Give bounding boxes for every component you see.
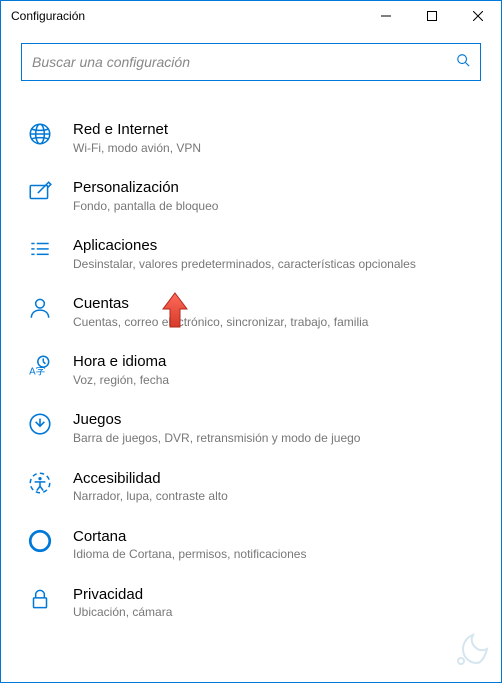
minimize-icon: [381, 11, 391, 21]
window-title: Configuración: [1, 9, 363, 23]
maximize-button[interactable]: [409, 1, 455, 31]
settings-item-desc: Narrador, lupa, contraste alto: [73, 489, 481, 505]
maximize-icon: [427, 11, 437, 21]
search-input[interactable]: [32, 54, 456, 70]
settings-item-title: Cuentas: [73, 294, 481, 314]
close-button[interactable]: [455, 1, 501, 31]
settings-item-desc: Ubicación, cámara: [73, 605, 481, 621]
close-icon: [473, 11, 483, 21]
settings-item-title: Red e Internet: [73, 120, 481, 140]
settings-item-desc: Fondo, pantalla de bloqueo: [73, 199, 481, 215]
settings-item-desc: Desinstalar, valores predeterminados, ca…: [73, 257, 481, 273]
settings-item-personalization[interactable]: Personalización Fondo, pantalla de bloqu…: [21, 167, 481, 225]
settings-item-time-language[interactable]: A字 Hora e idioma Voz, región, fecha: [21, 341, 481, 399]
settings-item-privacy[interactable]: Privacidad Ubicación, cámara: [21, 574, 481, 632]
time-language-icon: A字: [27, 352, 57, 384]
settings-item-desc: Idioma de Cortana, permisos, notificacio…: [73, 547, 481, 563]
globe-icon: [27, 120, 57, 152]
settings-item-title: Aplicaciones: [73, 236, 481, 256]
gaming-icon: [27, 410, 57, 442]
accounts-icon: [27, 294, 57, 326]
titlebar: Configuración: [1, 1, 501, 31]
settings-list: Red e Internet Wi-Fi, modo avión, VPN Pe…: [21, 109, 481, 632]
watermark-icon: [451, 629, 493, 676]
settings-item-title: Cortana: [73, 527, 481, 547]
accessibility-icon: [27, 469, 57, 501]
minimize-button[interactable]: [363, 1, 409, 31]
apps-icon: [27, 236, 57, 268]
settings-item-network[interactable]: Red e Internet Wi-Fi, modo avión, VPN: [21, 109, 481, 167]
settings-item-cortana[interactable]: Cortana Idioma de Cortana, permisos, not…: [21, 516, 481, 574]
settings-item-accounts[interactable]: Cuentas Cuentas, correo electrónico, sin…: [21, 283, 481, 341]
cortana-icon: [27, 527, 57, 559]
settings-item-desc: Cuentas, correo electrónico, sincronizar…: [73, 315, 481, 331]
settings-item-title: Personalización: [73, 178, 481, 198]
settings-item-apps[interactable]: Aplicaciones Desinstalar, valores predet…: [21, 225, 481, 283]
search-box[interactable]: [21, 43, 481, 81]
settings-item-desc: Barra de juegos, DVR, retransmisión y mo…: [73, 431, 481, 447]
search-icon: [456, 53, 470, 72]
settings-item-title: Accesibilidad: [73, 469, 481, 489]
settings-item-desc: Voz, región, fecha: [73, 373, 481, 389]
settings-item-accessibility[interactable]: Accesibilidad Narrador, lupa, contraste …: [21, 458, 481, 516]
settings-item-title: Juegos: [73, 410, 481, 430]
settings-item-gaming[interactable]: Juegos Barra de juegos, DVR, retransmisi…: [21, 399, 481, 457]
svg-text:A字: A字: [29, 365, 46, 378]
lock-icon: [27, 585, 57, 617]
personalization-icon: [27, 178, 57, 210]
settings-item-title: Privacidad: [73, 585, 481, 605]
settings-item-title: Hora e idioma: [73, 352, 481, 372]
settings-item-desc: Wi-Fi, modo avión, VPN: [73, 141, 481, 157]
